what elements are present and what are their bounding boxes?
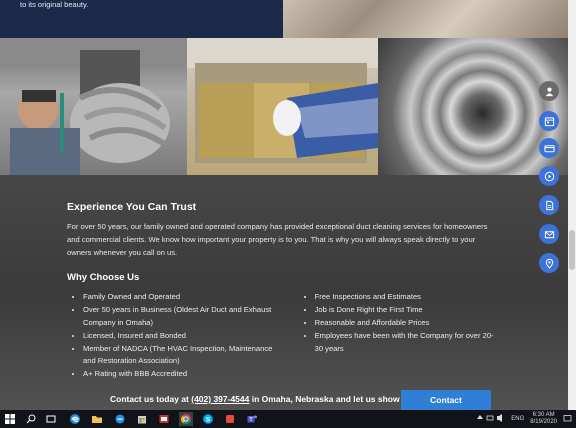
list-item: Job is Done Right the First Time xyxy=(315,304,497,317)
search-icon xyxy=(26,414,36,424)
teams-icon: T xyxy=(247,415,257,423)
email-icon xyxy=(544,230,554,238)
task-view-button[interactable] xyxy=(44,412,58,426)
taskbar-app-red[interactable] xyxy=(157,412,171,426)
taskbar-store[interactable] xyxy=(135,412,149,426)
hero-image xyxy=(283,0,568,38)
calendar-button[interactable] xyxy=(539,111,559,131)
tray-icons[interactable] xyxy=(476,413,506,425)
document-button[interactable] xyxy=(539,195,559,215)
main-content-section: Experience You Can Trust For over 50 yea… xyxy=(0,175,568,410)
document-icon xyxy=(545,200,553,210)
photo-ceiling-vent xyxy=(378,38,568,175)
hero-text-panel: to its original beauty. xyxy=(0,0,283,38)
notification-icon xyxy=(563,414,572,421)
list-item: Over 50 years in Business (Oldest Air Du… xyxy=(83,304,285,329)
contact-button[interactable]: Contact xyxy=(401,390,491,410)
user-icon xyxy=(545,87,553,96)
clock-date: 8/19/2020 xyxy=(530,419,557,425)
photo-technician-duct xyxy=(0,38,187,175)
phone-link[interactable]: (402) 397-4544 xyxy=(191,394,249,404)
start-button[interactable] xyxy=(3,412,17,426)
photo-strip xyxy=(0,38,568,175)
benefits-lists: Family Owned and Operated Over 50 years … xyxy=(67,291,497,381)
user-button[interactable] xyxy=(539,81,559,101)
search-button[interactable] xyxy=(24,412,38,426)
taskbar-skype[interactable]: S xyxy=(201,412,215,426)
email-button[interactable] xyxy=(539,224,559,244)
internet-explorer-icon xyxy=(115,414,125,424)
app-icon xyxy=(226,415,234,423)
taskbar-chrome[interactable] xyxy=(179,412,193,426)
list-item: Reasonable and Affordable Prices xyxy=(315,317,497,330)
taskbar-teams[interactable]: T xyxy=(245,412,259,426)
system-tray: ENG 6:30 AM 8/19/2020 xyxy=(476,410,572,428)
location-icon xyxy=(545,258,553,269)
language-indicator[interactable]: ENG xyxy=(511,416,524,422)
page-scrollbar[interactable] xyxy=(568,0,576,410)
video-button[interactable] xyxy=(539,166,559,186)
hero-text: to its original beauty. xyxy=(20,0,89,9)
taskbar-ie[interactable] xyxy=(113,412,127,426)
payment-button[interactable] xyxy=(539,138,559,158)
why-choose-us-title: Why Choose Us xyxy=(67,272,140,283)
skype-icon: S xyxy=(203,414,213,424)
credit-card-icon xyxy=(543,144,555,152)
benefits-list-left: Family Owned and Operated Over 50 years … xyxy=(67,291,285,381)
taskbar-app-red-2[interactable] xyxy=(223,412,237,426)
benefits-list-right: Free Inspections and Estimates Job is Do… xyxy=(299,291,497,381)
contact-prefix: Contact us today at xyxy=(110,394,192,404)
photo-range-hood-filter xyxy=(187,38,378,175)
svg-text:S: S xyxy=(206,416,211,423)
list-item: A+ Rating with BBB Accredited xyxy=(83,368,285,381)
scrollbar-thumb[interactable] xyxy=(569,230,575,270)
task-view-icon xyxy=(46,415,56,423)
play-icon xyxy=(544,171,554,181)
windows-logo-icon xyxy=(5,414,15,424)
taskbar: S T ENG 6:30 AM 8/19/2020 xyxy=(0,410,576,428)
list-item: Employees have been with the Company for… xyxy=(315,330,497,355)
location-button[interactable] xyxy=(539,253,559,273)
list-item: Free Inspections and Estimates xyxy=(315,291,497,304)
list-item: Licensed, Insured and Bonded xyxy=(83,330,285,343)
list-item: Member of NADCA (The HVAC Inspection, Ma… xyxy=(83,343,285,368)
calendar-icon xyxy=(544,116,554,126)
chrome-icon xyxy=(181,414,191,424)
list-item: Family Owned and Operated xyxy=(83,291,285,304)
taskbar-edge[interactable] xyxy=(68,412,82,426)
notification-button[interactable] xyxy=(563,414,572,425)
web-page: to its original beauty. Experience You C… xyxy=(0,0,568,410)
section-paragraph: For over 50 years, our family owned and … xyxy=(67,222,488,257)
app-icon xyxy=(159,415,169,423)
folder-icon xyxy=(92,416,102,423)
content-column: Experience You Can Trust For over 50 yea… xyxy=(67,201,497,381)
hero-section: to its original beauty. xyxy=(0,0,568,38)
store-icon xyxy=(138,416,146,424)
clock[interactable]: 6:30 AM 8/19/2020 xyxy=(530,412,557,426)
taskbar-file-explorer[interactable] xyxy=(90,412,104,426)
section-title: Experience You Can Trust xyxy=(67,201,197,213)
edge-icon xyxy=(70,414,80,424)
tray-network-volume-icon xyxy=(477,414,503,422)
svg-text:T: T xyxy=(249,417,252,423)
clock-time: 6:30 AM xyxy=(532,412,555,418)
